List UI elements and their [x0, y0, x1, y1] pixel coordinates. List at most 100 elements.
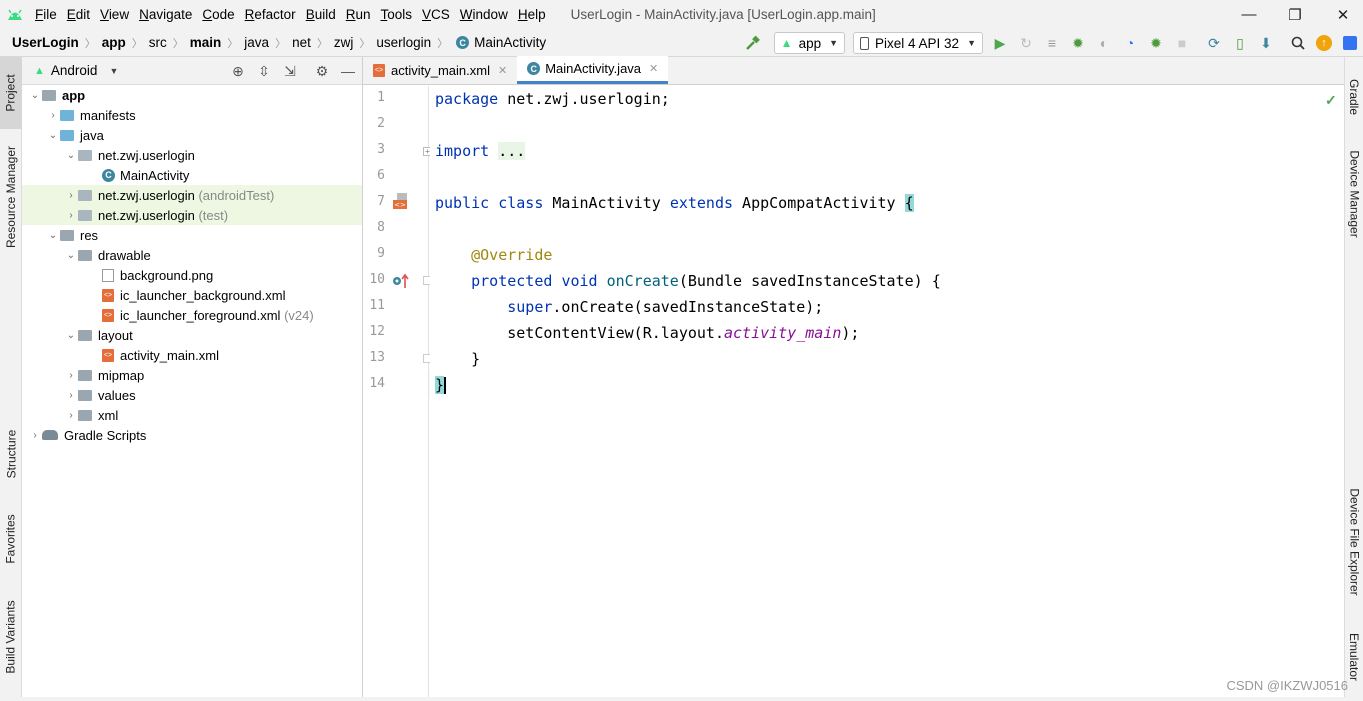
- folded-imports[interactable]: ...: [498, 142, 526, 160]
- tab-favorites-label: Favorites: [4, 514, 19, 564]
- tab-activity-main-xml[interactable]: <> activity_main.xml ✕: [363, 56, 517, 84]
- breadcrumb-item[interactable]: src: [149, 35, 167, 50]
- sdk-manager-icon[interactable]: ⬇: [1253, 29, 1279, 57]
- project-panel: ▲ Android ▼ ⊕ ⇳ ⇲ ⚙ — ⌄ app › manifests …: [22, 57, 363, 697]
- close-icon[interactable]: ✕: [498, 64, 507, 77]
- coverage-icon[interactable]: ◐: [1091, 29, 1117, 57]
- chevron-right-icon: ›: [51, 109, 55, 121]
- tree-item-suffix: (test): [198, 207, 229, 223]
- run-config-selector[interactable]: ▲ app ▼: [773, 32, 846, 54]
- menu-edit[interactable]: Edit: [62, 7, 95, 22]
- restore-button[interactable]: ❐: [1272, 0, 1318, 29]
- attach-debugger-icon[interactable]: ✹: [1143, 29, 1169, 57]
- expand-all-icon[interactable]: ⇳: [253, 57, 275, 85]
- keyword: super: [507, 298, 553, 316]
- left-tool-strip: Project Resource Manager Structure Favor…: [0, 57, 22, 697]
- tree-item-label: net.zwj.userlogin: [98, 187, 195, 203]
- tree-item[interactable]: › values: [22, 385, 362, 405]
- hide-icon[interactable]: —: [337, 57, 359, 85]
- chevron-down-icon: ▼: [109, 65, 119, 76]
- tree-item[interactable]: › net.zwj.userlogin (test): [22, 205, 362, 225]
- tree-item[interactable]: <> ic_launcher_foreground.xml (v24): [22, 305, 362, 325]
- tree-item[interactable]: background.png: [22, 265, 362, 285]
- tab-build-variants[interactable]: Build Variants: [0, 587, 22, 687]
- tree-item[interactable]: <> activity_main.xml: [22, 345, 362, 365]
- tree-item[interactable]: ⌄ java: [22, 125, 362, 145]
- static-field: activity_main: [724, 324, 842, 342]
- tree-item[interactable]: › Gradle Scripts: [22, 425, 362, 445]
- project-view-selector[interactable]: Android: [51, 63, 98, 78]
- tab-label: activity_main.xml: [391, 62, 490, 78]
- device-label: Pixel 4 API 32: [875, 35, 960, 51]
- tree-item[interactable]: ⌄ drawable: [22, 245, 362, 265]
- tab-resource-manager[interactable]: Resource Manager: [0, 137, 22, 257]
- tab-label: MainActivity.java: [545, 61, 642, 76]
- tree-item[interactable]: C MainActivity: [22, 165, 362, 185]
- menu-view[interactable]: View: [95, 7, 134, 22]
- chevron-right-icon: ›: [69, 189, 73, 201]
- tab-favorites[interactable]: Favorites: [0, 504, 22, 574]
- collapse-all-icon[interactable]: ⇲: [279, 57, 301, 85]
- tab-project[interactable]: Project: [0, 57, 22, 129]
- menu-code[interactable]: Code: [197, 7, 239, 22]
- profiler-icon[interactable]: ◔: [1117, 29, 1143, 57]
- tree-item[interactable]: › manifests: [22, 105, 362, 125]
- tree-item[interactable]: › xml: [22, 405, 362, 425]
- device-selector[interactable]: Pixel 4 API 32 ▼: [853, 32, 983, 54]
- tree-item[interactable]: › mipmap: [22, 365, 362, 385]
- menu-build[interactable]: Build: [301, 7, 341, 22]
- code-text: (Bundle savedInstanceState) {: [678, 272, 941, 290]
- stop-icon[interactable]: ■: [1169, 29, 1195, 57]
- tab-gradle[interactable]: Gradle: [1345, 67, 1363, 127]
- menu-file[interactable]: File: [30, 7, 62, 22]
- breadcrumb-item[interactable]: main: [190, 35, 222, 50]
- tree-item[interactable]: ⌄ res: [22, 225, 362, 245]
- build-hammer-icon[interactable]: [740, 29, 766, 57]
- breadcrumb-item[interactable]: UserLogin: [12, 35, 79, 50]
- breadcrumb-item[interactable]: net: [292, 35, 311, 50]
- menu-navigate[interactable]: Navigate: [134, 7, 197, 22]
- tree-item[interactable]: ⌄ net.zwj.userlogin: [22, 145, 362, 165]
- line-number: 11: [369, 298, 385, 313]
- update-icon[interactable]: ↑: [1311, 29, 1337, 57]
- layout-xml-gutter-icon[interactable]: <>: [391, 192, 411, 212]
- device-manager-icon[interactable]: ▯: [1227, 29, 1253, 57]
- breadcrumb-item[interactable]: userlogin: [376, 35, 431, 50]
- menu-run[interactable]: Run: [341, 7, 376, 22]
- android-studio-icon[interactable]: [1337, 29, 1363, 57]
- sync-gradle-icon[interactable]: ⟳: [1201, 29, 1227, 57]
- locate-icon[interactable]: ⊕: [227, 57, 249, 85]
- code-editor[interactable]: package net.zwj.userlogin; import ... pu…: [430, 86, 1344, 697]
- menu-vcs[interactable]: VCS: [417, 7, 455, 22]
- tab-device-file-explorer-label: Device File Explorer: [1347, 488, 1362, 596]
- apply-changes-icon[interactable]: ↻: [1013, 29, 1039, 57]
- tree-item[interactable]: ⌄ app: [22, 85, 362, 105]
- tab-device-file-explorer[interactable]: Device File Explorer: [1345, 477, 1363, 607]
- apply-code-changes-icon[interactable]: ≡: [1039, 29, 1065, 57]
- gear-icon[interactable]: ⚙: [311, 57, 333, 85]
- breadcrumb-item[interactable]: java: [244, 35, 269, 50]
- debug-icon[interactable]: ✹: [1065, 29, 1091, 57]
- menu-tools[interactable]: Tools: [376, 7, 418, 22]
- tree-item[interactable]: › net.zwj.userlogin (androidTest): [22, 185, 362, 205]
- tree-item[interactable]: ⌄ layout: [22, 325, 362, 345]
- class-icon: C: [456, 36, 470, 49]
- run-icon[interactable]: ▶: [987, 29, 1013, 57]
- annotation: @Override: [471, 246, 553, 264]
- menu-refactor[interactable]: Refactor: [240, 7, 301, 22]
- breadcrumb-item[interactable]: app: [102, 35, 126, 50]
- tab-device-manager[interactable]: Device Manager: [1345, 139, 1363, 249]
- close-button[interactable]: ✕: [1320, 0, 1363, 29]
- minimize-button[interactable]: —: [1226, 0, 1272, 29]
- override-gutter-icon[interactable]: [391, 272, 411, 290]
- menu-window[interactable]: Window: [455, 7, 513, 22]
- tab-main-activity-java[interactable]: C MainActivity.java ✕: [517, 56, 669, 84]
- tree-item-label: xml: [98, 407, 119, 423]
- breadcrumb-item[interactable]: MainActivity: [474, 35, 546, 50]
- search-icon[interactable]: [1285, 29, 1311, 57]
- tree-item[interactable]: <> ic_launcher_background.xml: [22, 285, 362, 305]
- menu-help[interactable]: Help: [513, 7, 551, 22]
- tab-structure[interactable]: Structure: [0, 419, 22, 489]
- close-icon[interactable]: ✕: [649, 62, 658, 75]
- breadcrumb-item[interactable]: zwj: [334, 35, 354, 50]
